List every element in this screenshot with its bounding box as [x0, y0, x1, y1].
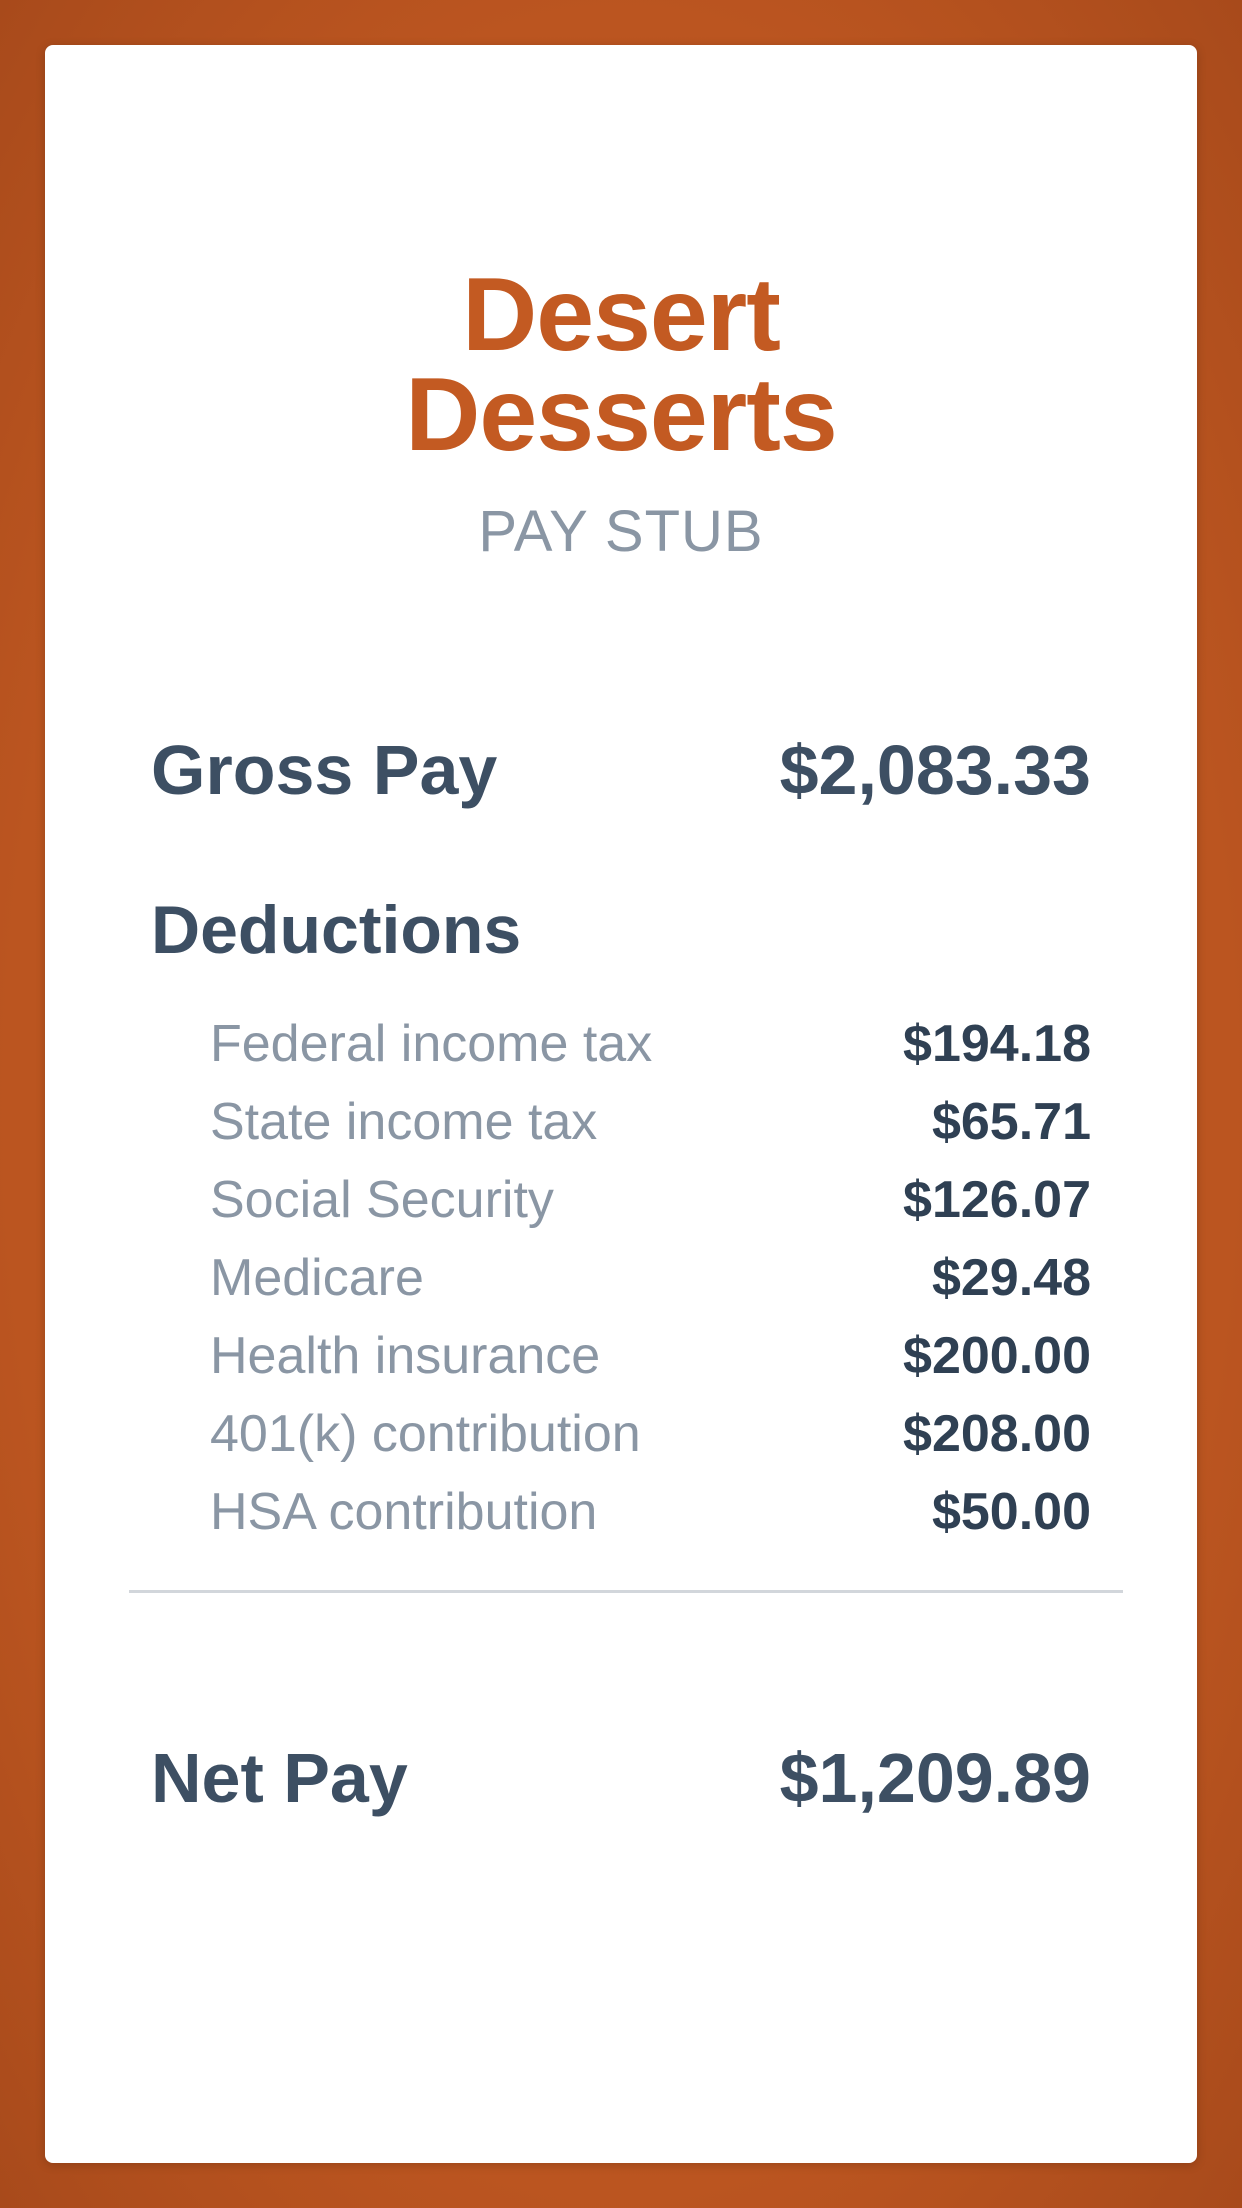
company-name-line2: Desserts	[405, 357, 837, 473]
pay-stub-card: Desert Desserts PAY STUB Gross Pay $2,08…	[45, 45, 1197, 2163]
divider	[129, 1590, 1123, 1593]
deduction-amount: $194.18	[903, 1015, 1091, 1073]
deduction-row-state-income-tax: State income tax $65.71	[210, 1083, 1091, 1161]
deduction-label: Federal income tax	[210, 1015, 653, 1073]
deduction-label: Health insurance	[210, 1327, 601, 1385]
deduction-amount: $29.48	[931, 1249, 1091, 1307]
document-subtitle: PAY STUB	[478, 499, 764, 564]
deduction-row-health-insurance: Health insurance $200.00	[210, 1317, 1091, 1395]
deduction-row-401k: 401(k) contribution $208.00	[210, 1395, 1091, 1473]
company-name: Desert Desserts	[45, 257, 1197, 473]
company-name-line1: Desert	[462, 257, 781, 373]
deductions-heading: Deductions	[151, 892, 522, 968]
gross-pay-amount: $2,083.33	[779, 731, 1091, 809]
deduction-row-medicare: Medicare $29.48	[210, 1239, 1091, 1317]
deduction-amount: $65.71	[931, 1093, 1091, 1151]
deduction-label: HSA contribution	[210, 1483, 598, 1541]
deduction-amount: $208.00	[903, 1405, 1091, 1463]
deduction-amount: $50.00	[931, 1483, 1091, 1541]
gross-pay-label: Gross Pay	[151, 731, 498, 809]
deduction-amount: $126.07	[903, 1171, 1091, 1229]
deduction-label: Social Security	[210, 1171, 554, 1229]
deduction-row-social-security: Social Security $126.07	[210, 1161, 1091, 1239]
net-pay-label: Net Pay	[151, 1739, 408, 1817]
deduction-row-hsa: HSA contribution $50.00	[210, 1473, 1091, 1551]
deduction-row-federal-income-tax: Federal income tax $194.18	[210, 1005, 1091, 1083]
deductions-list: Federal income tax $194.18 State income …	[210, 1005, 1091, 1551]
net-pay-row: Net Pay $1,209.89	[151, 1733, 1091, 1823]
gross-pay-row: Gross Pay $2,083.33	[151, 725, 1091, 815]
deduction-label: Medicare	[210, 1249, 424, 1307]
net-pay-amount: $1,209.89	[779, 1739, 1091, 1817]
deduction-label: 401(k) contribution	[210, 1405, 641, 1463]
deduction-label: State income tax	[210, 1093, 598, 1151]
deduction-amount: $200.00	[903, 1327, 1091, 1385]
